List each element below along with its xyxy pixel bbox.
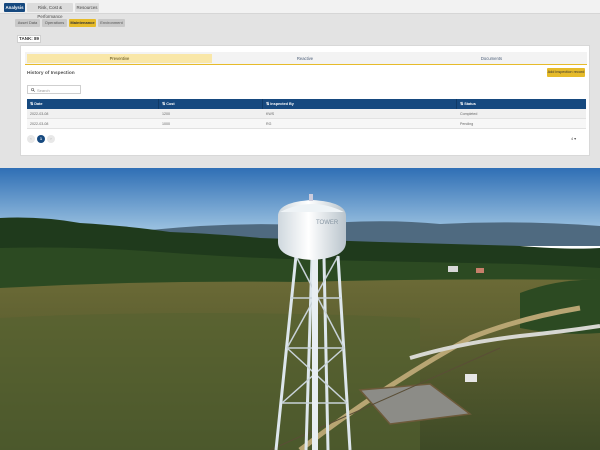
column-label: Inspected By [270,102,294,106]
column-label: Status [464,102,476,106]
column-header-date[interactable]: ⇅ Date [27,99,159,109]
subtab-environment[interactable]: Environment [98,19,125,27]
water-tower-photo: TOWER [0,168,600,450]
next-page-button[interactable]: › [47,135,55,143]
column-header-status[interactable]: ⇅ Status [457,99,586,109]
cell-cost: 1200 [162,112,170,116]
section-tabs: Preventive Reactive Documents [25,52,587,64]
search-icon [31,88,35,92]
cell-inspected-by: RG [266,122,272,126]
nav-tab-risk-cost-performance[interactable]: Risk, Cost & Performance [27,3,73,19]
inspection-table: ⇅ Date ⇅ Cost ⇅ Inspected By ⇅ Status 20… [27,99,586,129]
top-navigation: Analysis Risk, Cost & Performance Resour… [0,0,600,19]
cell-status: Pending [460,122,474,126]
cell-date: 2022-03-08 [30,122,49,126]
table-body: 2022-03-08 1200 KWS Completed 2022-03-08… [27,109,586,129]
section-tab-documents[interactable]: Documents [398,54,585,63]
active-section-underline [25,64,587,65]
column-label: Cost [166,102,175,106]
tower-text: TOWER [316,220,339,226]
history-title: History of Inspection [27,71,75,76]
search-input[interactable] [37,87,79,93]
landscape-image: TOWER [0,168,600,450]
cell-status: Completed [460,112,478,116]
page-button-current[interactable]: 1 [37,135,45,143]
column-header-inspected-by[interactable]: ⇅ Inspected By [263,99,457,109]
column-label: Date [34,102,43,106]
table-row[interactable]: 2022-03-08 1000 RG Pending [27,119,586,129]
rows-per-page-select[interactable]: 4 ▾ [571,136,576,141]
section-tab-reactive[interactable]: Reactive [214,54,396,63]
nav-tab-resources[interactable]: Resources [75,3,99,12]
column-header-cost[interactable]: ⇅ Cost [159,99,263,109]
search-box[interactable] [27,85,81,94]
table-header: ⇅ Date ⇅ Cost ⇅ Inspected By ⇅ Status [27,99,586,109]
nav-tab-analysis[interactable]: Analysis [4,3,25,12]
app-panel: Analysis Risk, Cost & Performance Resour… [0,0,600,168]
subtab-operations[interactable]: Operations [42,19,67,27]
section-tab-preventive[interactable]: Preventive [27,54,212,63]
subtab-maintenance[interactable]: Maintenance [69,19,96,27]
cell-cost: 1000 [162,122,170,126]
table-row[interactable]: 2022-03-08 1200 KWS Completed [27,109,586,119]
subtab-asset-data[interactable]: Asset Data [15,19,40,27]
prev-page-button[interactable]: ‹ [27,135,35,143]
rows-per-page-value: 4 [571,137,574,141]
tank-id-label: TANK: 89 [17,35,41,43]
cell-inspected-by: KWS [266,112,275,116]
cell-date: 2022-03-08 [30,112,49,116]
maintenance-card: Preventive Reactive Documents History of… [20,45,590,156]
add-inspection-button[interactable]: Add inspection record [547,68,585,77]
